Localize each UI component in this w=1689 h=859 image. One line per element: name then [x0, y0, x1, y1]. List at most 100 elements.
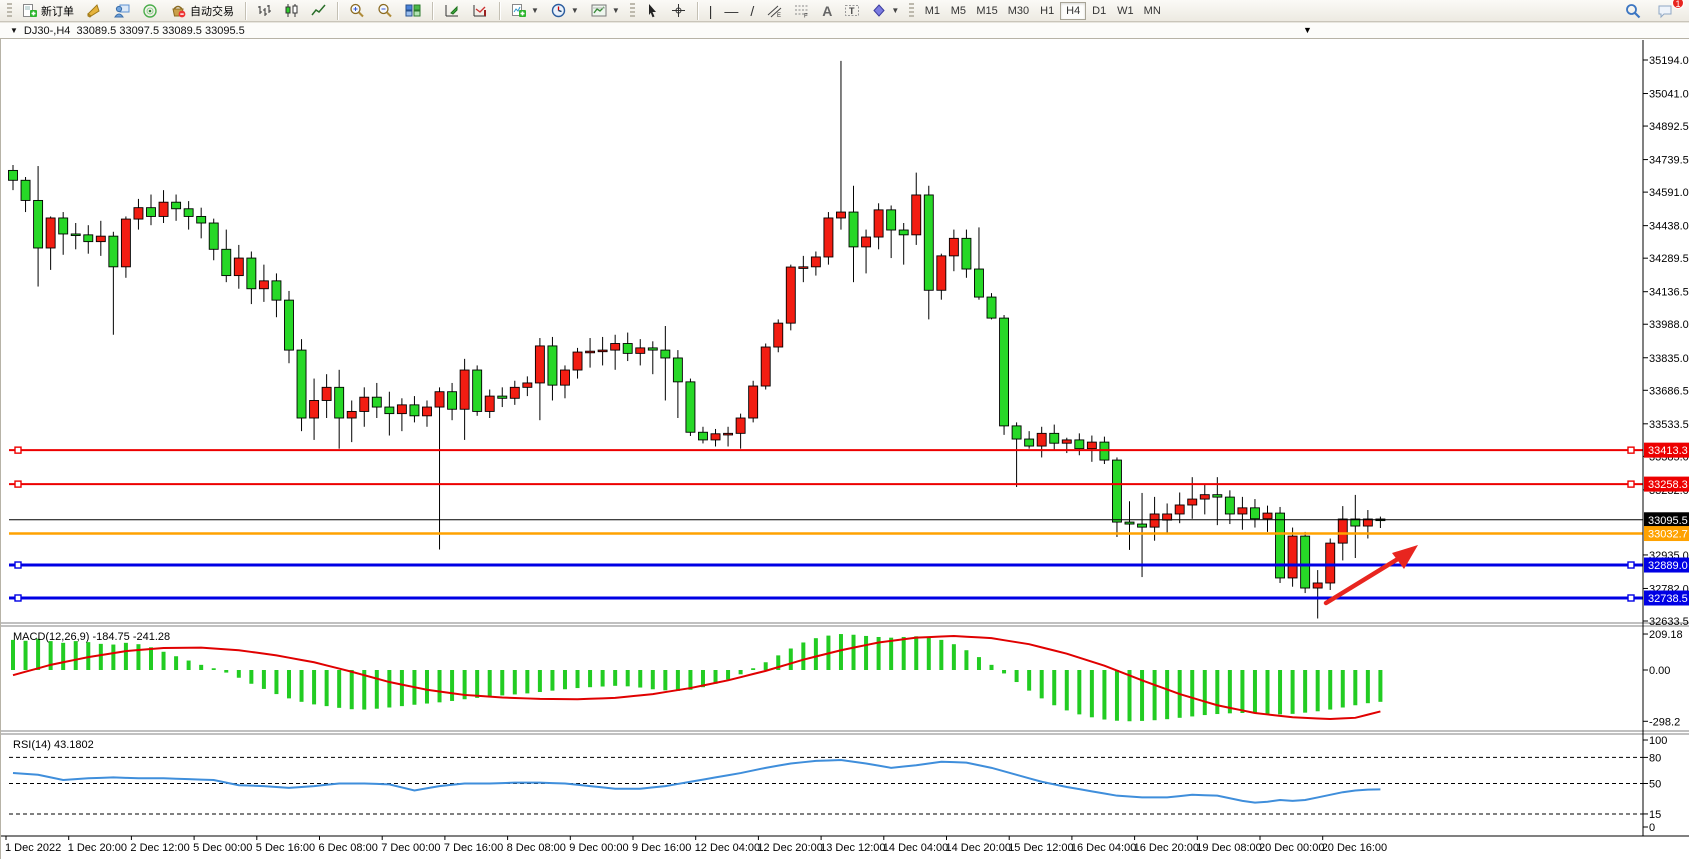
candle	[46, 216, 55, 269]
vertical-line-tool-button[interactable]: |	[704, 1, 718, 21]
candle	[1037, 427, 1046, 458]
level-line-33258.3[interactable]	[9, 481, 1643, 487]
macd-histogram-bar	[889, 638, 893, 670]
macd-label: MACD(12,26,9) -184.75 -241.28	[13, 631, 170, 643]
search-button[interactable]	[1620, 1, 1646, 21]
candle	[1301, 532, 1310, 593]
templates-button[interactable]: ▼	[586, 1, 625, 21]
level-line-32889.0[interactable]	[9, 562, 1643, 568]
chat-button[interactable]: 1	[1652, 1, 1679, 21]
candle-body	[322, 387, 331, 400]
timeframe-button-d1[interactable]: D1	[1086, 2, 1112, 20]
price-tick-label: 34136.5	[1649, 287, 1689, 299]
vertical-line-icon: |	[709, 4, 713, 18]
line-handle[interactable]	[1628, 595, 1634, 601]
user-terminal-button[interactable]	[109, 1, 135, 21]
shapes-tool-button[interactable]: ▼	[867, 1, 904, 21]
time-label: 14 Dec 20:00	[946, 842, 1011, 854]
trendline-tool-button[interactable]: /	[745, 1, 759, 21]
level-line-32738.5[interactable]	[9, 595, 1643, 601]
candle-body	[159, 202, 168, 216]
timeframe-button-mn[interactable]: MN	[1139, 2, 1166, 20]
line-handle[interactable]	[15, 595, 21, 601]
text-label-tool-button[interactable]: T	[839, 1, 865, 21]
new-chart-button[interactable]: ▼	[506, 1, 544, 21]
macd-histogram-bar	[939, 640, 943, 670]
candle	[372, 383, 381, 418]
candle-body	[272, 281, 281, 300]
timeframe-button-w1[interactable]: W1	[1112, 2, 1139, 20]
auto-trading-button[interactable]: 自动交易	[165, 1, 239, 21]
macd-histogram-bar	[300, 670, 304, 702]
channel-tool-button[interactable]: E	[761, 1, 787, 21]
cursor-tool-button[interactable]	[640, 1, 664, 21]
candle	[385, 392, 394, 436]
level-line-33413.3[interactable]	[9, 447, 1643, 453]
macd-histogram-bar	[24, 641, 28, 670]
horizontal-line-tool-button[interactable]: —	[719, 1, 743, 21]
zoom-out-button[interactable]	[372, 1, 398, 21]
candle	[799, 256, 808, 282]
line-handle[interactable]	[1628, 447, 1634, 453]
candle-body	[949, 238, 958, 256]
rsi-tick-label: 80	[1649, 752, 1661, 764]
candle	[949, 230, 958, 272]
candle	[1175, 492, 1184, 523]
crosshair-tool-button[interactable]	[666, 1, 691, 21]
candle	[397, 398, 406, 431]
timeframe-button-m15[interactable]: M15	[971, 2, 1002, 20]
timeframe-button-h1[interactable]: H1	[1034, 2, 1060, 20]
line-handle[interactable]	[15, 562, 21, 568]
window-menu-icon[interactable]: ▼	[10, 26, 18, 35]
candle-body	[435, 392, 444, 407]
macd-histogram-bar	[1240, 670, 1244, 713]
candle	[347, 400, 356, 442]
tile-windows-button[interactable]	[400, 1, 426, 21]
timeframe-button-h4[interactable]: H4	[1060, 2, 1086, 20]
candlestick-chart-button[interactable]	[279, 1, 304, 21]
candle	[59, 212, 68, 255]
macd-histogram-bar	[274, 670, 278, 694]
macd-histogram-bar	[638, 670, 642, 688]
fibonacci-tool-button[interactable]: F	[789, 1, 815, 21]
zoom-out-icon	[377, 3, 393, 18]
macd-tick-label: -298.2	[1649, 716, 1680, 728]
tile-windows-icon	[405, 3, 421, 18]
macd-histogram-bar	[525, 670, 529, 693]
candle-body	[912, 195, 921, 235]
candle	[749, 381, 758, 423]
indicator-window-button[interactable]	[467, 1, 493, 21]
megaphone-button[interactable]	[81, 1, 107, 21]
chart-area[interactable]: 35194.035041.034892.534739.534591.034438…	[0, 39, 1689, 859]
candle	[724, 427, 733, 447]
candle-body	[686, 382, 695, 432]
macd-histogram-bar	[1203, 670, 1207, 715]
signals-button[interactable]	[137, 1, 163, 21]
candle	[1087, 436, 1096, 462]
zoom-in-button[interactable]	[344, 1, 370, 21]
candle-body	[698, 432, 707, 440]
line-handle[interactable]	[1628, 481, 1634, 487]
macd-histogram-bar	[1077, 670, 1081, 714]
periods-button[interactable]: ▼	[546, 1, 584, 21]
chart-canvas[interactable]: 35194.035041.034892.534739.534591.034438…	[1, 39, 1689, 859]
trend-arrow[interactable]	[1326, 545, 1418, 603]
timeframe-button-m5[interactable]: M5	[945, 2, 971, 20]
price-tick-label: 34739.5	[1649, 155, 1689, 167]
chart-title: DJ30-,H4 33089.5 33097.5 33089.5 33095.5	[24, 25, 245, 37]
new-order-button[interactable]: 新订单	[17, 1, 79, 21]
indicators-button[interactable]	[439, 1, 465, 21]
text-tool-button[interactable]: A	[817, 1, 837, 21]
line-handle[interactable]	[1628, 562, 1634, 568]
timeframe-button-m1[interactable]: M1	[919, 2, 945, 20]
level-price-badge: 32738.5	[1644, 590, 1689, 605]
candle-body	[422, 407, 431, 416]
line-chart-button[interactable]	[306, 1, 331, 21]
line-handle[interactable]	[15, 481, 21, 487]
time-axis: 1 Dec 20221 Dec 20:002 Dec 12:005 Dec 00…	[5, 836, 1387, 854]
templates-icon	[591, 3, 607, 18]
timeframe-button-m30[interactable]: M30	[1003, 2, 1034, 20]
bar-chart-button[interactable]	[252, 1, 277, 21]
candle	[1225, 490, 1234, 524]
line-handle[interactable]	[15, 447, 21, 453]
